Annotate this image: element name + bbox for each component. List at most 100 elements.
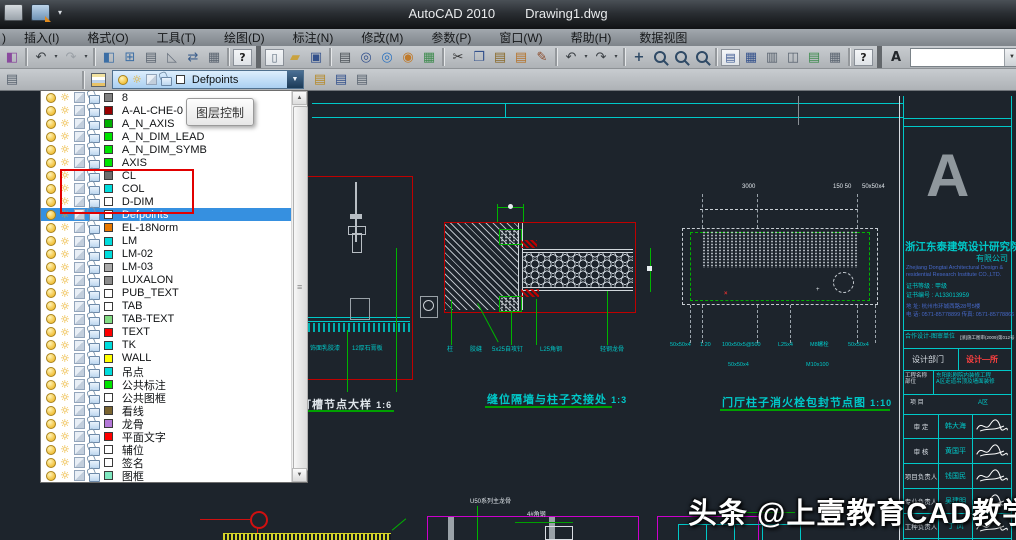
layer-vp-freeze-icon[interactable]	[74, 366, 85, 377]
layer-row[interactable]: ☼ CL	[41, 169, 292, 182]
layer-color-swatch[interactable]	[104, 445, 113, 454]
layer-vp-freeze-icon[interactable]	[74, 392, 85, 403]
layer-control-combo[interactable]: ☼ Defpoints ▼	[112, 70, 304, 89]
layer-freeze-icon[interactable]: ☼	[60, 432, 70, 441]
layer-row[interactable]: ☼ LUXALON	[41, 274, 292, 287]
menu-item[interactable]: 插入(I)	[10, 31, 73, 45]
layer-color-swatch[interactable]	[104, 328, 113, 337]
publish-icon[interactable]: ◎	[377, 48, 397, 67]
layer-on-icon[interactable]	[46, 275, 56, 285]
layer-freeze-icon[interactable]: ☼	[60, 419, 70, 428]
menu-item[interactable]: 帮助(H)	[557, 31, 626, 45]
layer-color-swatch[interactable]	[104, 263, 113, 272]
layer-freeze-icon[interactable]: ☼	[60, 132, 70, 141]
layer-color-swatch[interactable]	[104, 289, 113, 298]
layer-color-swatch[interactable]	[104, 458, 113, 467]
layer-freeze-icon[interactable]: ☼	[60, 354, 70, 363]
print-icon[interactable]: ▤	[335, 48, 355, 67]
layer-color-swatch[interactable]	[104, 197, 113, 206]
layer-color-swatch[interactable]	[104, 419, 113, 428]
quickcalc-icon[interactable]: ▦	[825, 48, 845, 67]
titlebar[interactable]: ▾ AutoCAD 2010 Drawing1.dwg	[0, 0, 1016, 29]
scroll-up-button[interactable]: ▲	[292, 91, 307, 105]
layer-row[interactable]: ☼ Defpoints	[41, 208, 292, 221]
layer-color-swatch[interactable]	[104, 393, 113, 402]
layer-color-swatch[interactable]	[104, 471, 113, 480]
redo2-icon[interactable]: ↷	[591, 48, 611, 67]
layer-on-icon[interactable]	[46, 106, 56, 116]
layer-freeze-icon[interactable]: ☼	[60, 184, 70, 193]
layer-vp-freeze-icon[interactable]	[74, 405, 85, 416]
layer-vp-freeze-icon[interactable]	[74, 209, 85, 220]
layer-color-swatch[interactable]	[104, 237, 113, 246]
layer-on-icon[interactable]	[46, 223, 56, 233]
menu-item[interactable]: 数据视图	[625, 31, 701, 45]
calculator-icon[interactable]: ▦	[204, 48, 224, 67]
layer-vp-freeze-icon[interactable]	[74, 314, 85, 325]
menu-item-clipped[interactable]: )	[0, 31, 10, 45]
layer-on-icon[interactable]	[46, 288, 56, 298]
layer-on-icon[interactable]	[46, 367, 56, 377]
layer-on-icon[interactable]	[46, 236, 56, 246]
layer-color-swatch[interactable]	[104, 132, 113, 141]
layer-row[interactable]: ☼ 签名	[41, 456, 292, 469]
layer-on-icon[interactable]	[46, 406, 56, 416]
layer-row[interactable]: ☼ 辅位	[41, 443, 292, 456]
layer-vp-freeze-icon[interactable]	[74, 288, 85, 299]
scrollbar-thumb[interactable]	[293, 106, 308, 471]
text-style-combo[interactable]: ▼	[910, 48, 1016, 67]
designcenter-icon[interactable]: ▦	[741, 48, 761, 67]
layer-color-swatch[interactable]	[104, 276, 113, 285]
undo-icon[interactable]: ↶	[31, 48, 51, 67]
layer-on-icon[interactable]	[46, 314, 56, 324]
layer-on-icon[interactable]	[46, 145, 56, 155]
layer-row[interactable]: ☼ A_N_AXIS	[41, 117, 292, 130]
layer-vp-freeze-icon[interactable]	[74, 236, 85, 247]
layer-row[interactable]: ☼ 图框	[41, 469, 292, 482]
layer-color-swatch[interactable]	[104, 184, 113, 193]
layer-row[interactable]: ☼ A_N_DIM_LEAD	[41, 130, 292, 143]
copy-icon[interactable]: ❐	[469, 48, 489, 67]
layer-vp-freeze-icon[interactable]	[74, 183, 85, 194]
layer-row[interactable]: ☼ 公共图框	[41, 391, 292, 404]
zoom-previous-icon[interactable]	[692, 48, 712, 67]
layer-freeze-icon[interactable]: ☼	[60, 341, 70, 350]
layer-vp-freeze-icon[interactable]	[74, 92, 85, 103]
layer-combo-dropdown-button[interactable]: ▼	[287, 71, 303, 88]
layer-vp-freeze-icon[interactable]	[74, 249, 85, 260]
menu-item[interactable]: 参数(P)	[417, 31, 485, 45]
layer-vp-freeze-icon[interactable]	[74, 131, 85, 142]
scroll-down-button[interactable]: ▼	[292, 468, 307, 482]
layer-freeze-icon[interactable]: ☼	[60, 302, 70, 311]
layer-row[interactable]: ☼ WALL	[41, 352, 292, 365]
layer-on-icon[interactable]	[46, 301, 56, 311]
layer-freeze-icon[interactable]: ☼	[60, 237, 70, 246]
tool-palettes-icon[interactable]: ▥	[762, 48, 782, 67]
layer-on-icon[interactable]	[46, 158, 56, 168]
layer-vp-freeze-icon[interactable]	[74, 275, 85, 286]
layer-on-icon[interactable]	[46, 419, 56, 429]
layer-vp-freeze-icon[interactable]	[74, 105, 85, 116]
layer-vp-freeze-icon[interactable]	[74, 379, 85, 390]
layer-previous-icon[interactable]: ▤	[331, 70, 351, 89]
menu-item[interactable]: 窗口(W)	[485, 31, 556, 45]
layer-color-swatch[interactable]	[104, 93, 113, 102]
new-file-icon[interactable]: ▯	[265, 49, 284, 66]
print-preview-icon[interactable]: ◎	[356, 48, 376, 67]
layer-freeze-icon[interactable]: ☼	[60, 223, 70, 232]
layer-color-swatch[interactable]	[104, 210, 113, 219]
redo-icon[interactable]: ↷	[61, 48, 81, 67]
match-properties-icon[interactable]: ✎	[532, 48, 552, 67]
help2-icon[interactable]: ?	[854, 49, 873, 66]
layer-vp-freeze-icon[interactable]	[74, 418, 85, 429]
layer-color-swatch[interactable]	[104, 315, 113, 324]
zoom-window-icon[interactable]	[671, 48, 691, 67]
layer-row[interactable]: ☼ TAB-TEXT	[41, 313, 292, 326]
sheet-icon[interactable]: ▤	[141, 48, 161, 67]
layer-color-swatch[interactable]	[104, 145, 113, 154]
menu-item[interactable]: 修改(M)	[347, 31, 417, 45]
layer-freeze-icon[interactable]: ☼	[60, 171, 70, 180]
layer-freeze-icon[interactable]: ☼	[60, 289, 70, 298]
menu-item[interactable]: 标注(N)	[279, 31, 348, 45]
layer-on-icon[interactable]	[46, 445, 56, 455]
